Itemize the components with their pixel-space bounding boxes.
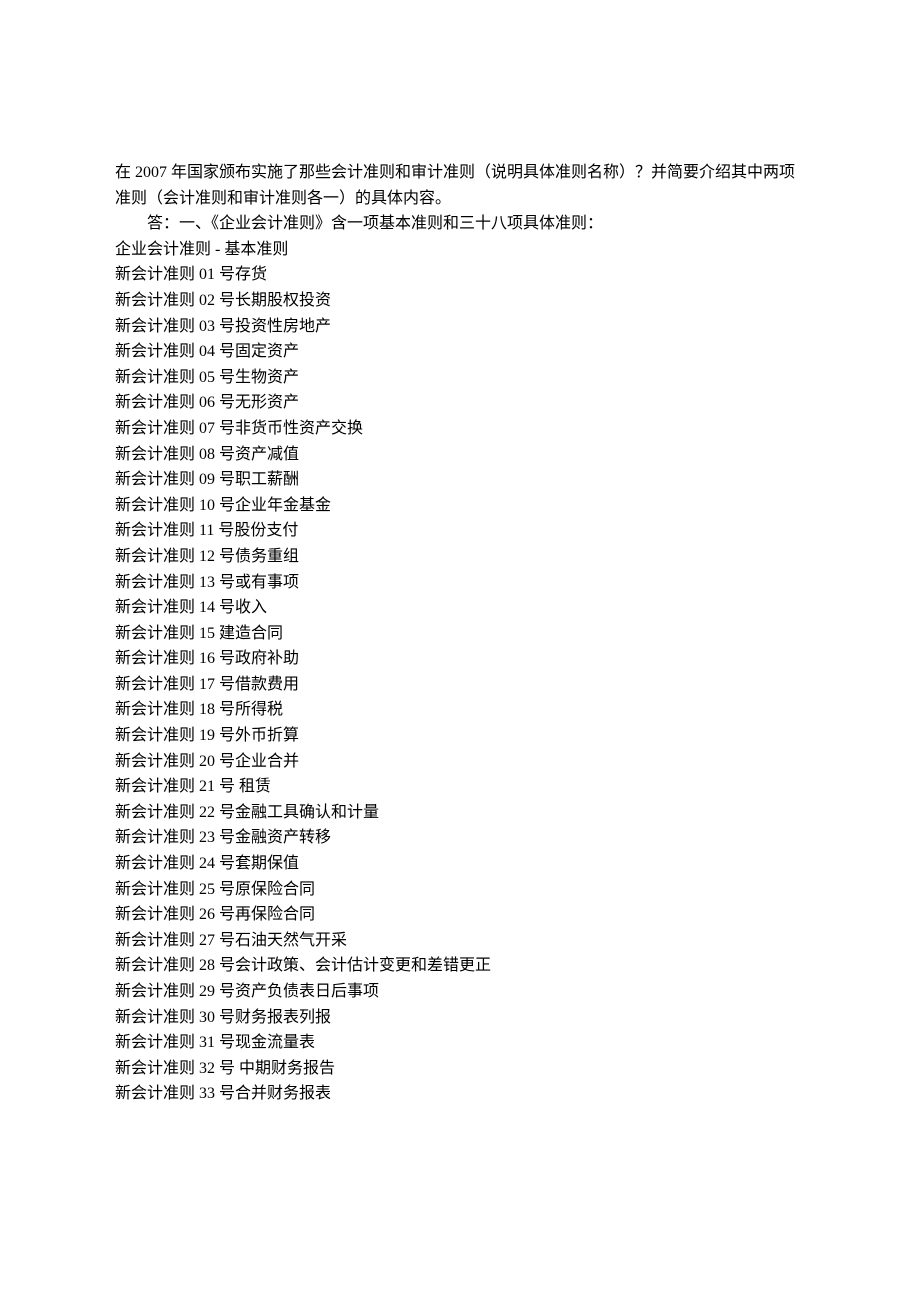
standard-item: 新会计准则 01 号存货	[115, 262, 805, 288]
standard-item: 新会计准则 17 号借款费用	[115, 672, 805, 698]
standard-item: 新会计准则 25 号原保险合同	[115, 877, 805, 903]
standard-item: 新会计准则 04 号固定资产	[115, 339, 805, 365]
standard-item: 新会计准则 27 号石油天然气开采	[115, 928, 805, 954]
answer-intro: 答：一、《企业会计准则》含一项基本准则和三十八项具体准则：	[115, 211, 805, 237]
standard-item: 新会计准则 21 号 租赁	[115, 774, 805, 800]
standard-item: 新会计准则 03 号投资性房地产	[115, 314, 805, 340]
standard-item: 新会计准则 29 号资产负债表日后事项	[115, 979, 805, 1005]
standard-item: 新会计准则 18 号所得税	[115, 697, 805, 723]
standard-item: 新会计准则 02 号长期股权投资	[115, 288, 805, 314]
standards-list: 新会计准则 01 号存货新会计准则 02 号长期股权投资新会计准则 03 号投资…	[115, 262, 805, 1107]
standard-item: 新会计准则 19 号外币折算	[115, 723, 805, 749]
standard-item: 新会计准则 06 号无形资产	[115, 390, 805, 416]
standard-item: 新会计准则 07 号非货币性资产交换	[115, 416, 805, 442]
standard-item: 新会计准则 11 号股份支付	[115, 518, 805, 544]
standard-item: 新会计准则 32 号 中期财务报告	[115, 1056, 805, 1082]
standard-item: 新会计准则 28 号会计政策、会计估计变更和差错更正	[115, 953, 805, 979]
standard-item: 新会计准则 14 号收入	[115, 595, 805, 621]
basic-standard: 企业会计准则 - 基本准则	[115, 237, 805, 263]
standard-item: 新会计准则 15 建造合同	[115, 621, 805, 647]
standard-item: 新会计准则 26 号再保险合同	[115, 902, 805, 928]
standard-item: 新会计准则 31 号现金流量表	[115, 1030, 805, 1056]
standard-item: 新会计准则 09 号职工薪酬	[115, 467, 805, 493]
standard-item: 新会计准则 20 号企业合并	[115, 749, 805, 775]
question-text: 在 2007 年国家颁布实施了那些会计准则和审计准则（说明具体准则名称）？并简要…	[115, 160, 805, 211]
standard-item: 新会计准则 22 号金融工具确认和计量	[115, 800, 805, 826]
standard-item: 新会计准则 08 号资产减值	[115, 442, 805, 468]
standard-item: 新会计准则 05 号生物资产	[115, 365, 805, 391]
standard-item: 新会计准则 30 号财务报表列报	[115, 1005, 805, 1031]
standard-item: 新会计准则 24 号套期保值	[115, 851, 805, 877]
standard-item: 新会计准则 12 号债务重组	[115, 544, 805, 570]
standard-item: 新会计准则 13 号或有事项	[115, 570, 805, 596]
standard-item: 新会计准则 33 号合并财务报表	[115, 1081, 805, 1107]
standard-item: 新会计准则 23 号金融资产转移	[115, 825, 805, 851]
standard-item: 新会计准则 16 号政府补助	[115, 646, 805, 672]
standard-item: 新会计准则 10 号企业年金基金	[115, 493, 805, 519]
